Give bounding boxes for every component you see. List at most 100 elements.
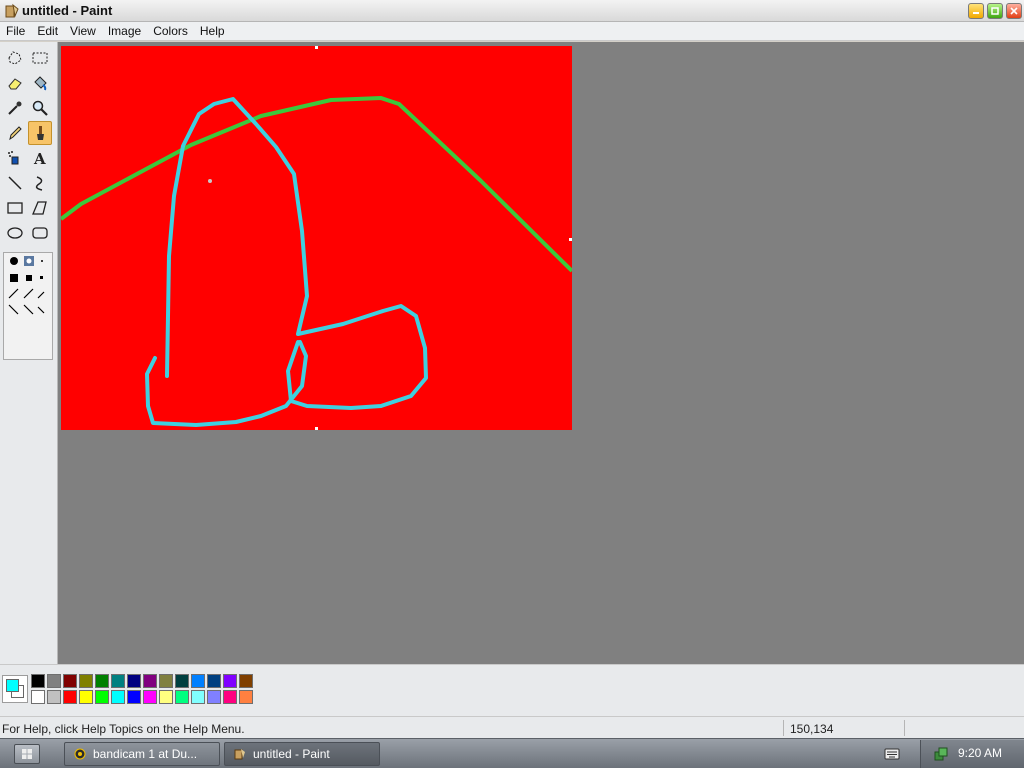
tool-ellipse[interactable] [3, 221, 27, 245]
tool-airbrush[interactable] [3, 146, 27, 170]
task-paint[interactable]: untitled - Paint [224, 742, 380, 766]
color-swatch[interactable] [223, 690, 237, 704]
color-swatch[interactable] [95, 690, 109, 704]
bandicam-icon [74, 748, 86, 760]
cursor-dot [208, 179, 212, 183]
svg-text:A: A [33, 150, 46, 167]
fill-bucket-icon [34, 76, 47, 91]
windows-logo-icon [22, 749, 32, 759]
tool-text[interactable]: A [28, 146, 52, 170]
rectangle-icon [7, 202, 23, 214]
current-colors[interactable] [2, 675, 28, 703]
task-label: untitled - Paint [253, 747, 330, 761]
taskbar: bandicam 1 at Du... untitled - Paint [0, 738, 1024, 768]
toolbox: A [0, 42, 58, 664]
magnifier-icon [32, 100, 48, 116]
task-label: bandicam 1 at Du... [93, 747, 198, 761]
tool-fill[interactable] [28, 71, 52, 95]
status-bar: For Help, click Help Topics on the Help … [0, 716, 1024, 738]
free-form-select-icon [8, 51, 22, 65]
tool-eraser[interactable] [3, 71, 27, 95]
color-swatch[interactable] [63, 674, 77, 688]
tool-pencil[interactable] [3, 121, 27, 145]
tool-magnifier[interactable] [28, 96, 52, 120]
drawing-canvas[interactable] [61, 46, 572, 430]
brush-shape-options [3, 252, 53, 360]
canvas-handle-top [315, 46, 318, 49]
workspace [58, 42, 1024, 664]
color-swatch[interactable] [207, 690, 221, 704]
color-swatch[interactable] [239, 690, 253, 704]
rounded-rectangle-icon [32, 227, 48, 239]
color-palette [0, 664, 1024, 716]
menu-image[interactable]: Image [102, 22, 147, 41]
maximize-button[interactable] [987, 3, 1003, 19]
eraser-icon [8, 78, 22, 90]
menu-bar: File Edit View Image Colors Help [0, 22, 1024, 41]
tool-curve[interactable] [28, 171, 52, 195]
status-help-text: For Help, click Help Topics on the Help … [2, 722, 245, 736]
brush-shapes-icon [8, 256, 45, 315]
tool-rectangle[interactable] [3, 196, 27, 220]
color-swatch[interactable] [47, 690, 61, 704]
menu-view[interactable]: View [64, 22, 102, 41]
polygon-icon [32, 201, 47, 215]
network-icon[interactable] [933, 746, 949, 762]
tool-rounded-rectangle[interactable] [28, 221, 52, 245]
menu-file[interactable]: File [0, 22, 31, 41]
keyboard-icon[interactable] [884, 747, 900, 761]
color-swatch[interactable] [175, 690, 189, 704]
minimize-button[interactable] [968, 3, 984, 19]
start-button[interactable] [14, 744, 40, 764]
eyedropper-icon [8, 101, 22, 115]
task-bandicam[interactable]: bandicam 1 at Du... [64, 742, 220, 766]
minimize-icon [973, 12, 979, 14]
maximize-icon [991, 7, 999, 15]
foreground-color-swatch[interactable] [6, 679, 19, 692]
line-icon [8, 176, 22, 190]
tool-line[interactable] [3, 171, 27, 195]
tool-polygon[interactable] [28, 196, 52, 220]
menu-help[interactable]: Help [194, 22, 231, 41]
color-swatch[interactable] [143, 674, 157, 688]
color-swatch[interactable] [175, 674, 189, 688]
color-swatch[interactable] [191, 674, 205, 688]
close-button[interactable] [1006, 3, 1022, 19]
color-swatch[interactable] [63, 690, 77, 704]
color-swatch[interactable] [95, 674, 109, 688]
close-icon [1010, 7, 1018, 15]
color-swatch[interactable] [239, 674, 253, 688]
pencil-icon [9, 126, 22, 141]
color-swatch[interactable] [47, 674, 61, 688]
color-swatch[interactable] [223, 674, 237, 688]
canvas-handle-bottom [315, 427, 318, 430]
color-swatch[interactable] [191, 690, 205, 704]
title-bar: untitled - Paint [0, 0, 1024, 22]
color-swatch[interactable] [159, 690, 173, 704]
color-swatch[interactable] [31, 690, 45, 704]
brush-icon [37, 126, 44, 140]
tool-brush[interactable] [28, 121, 52, 145]
color-swatch[interactable] [111, 674, 125, 688]
status-separator [904, 720, 905, 736]
menu-colors[interactable]: Colors [147, 22, 194, 41]
color-swatch[interactable] [207, 674, 221, 688]
menu-edit[interactable]: Edit [31, 22, 64, 41]
color-swatch[interactable] [159, 674, 173, 688]
tool-pick-color[interactable] [3, 96, 27, 120]
curve-icon [35, 176, 43, 191]
tool-select[interactable] [28, 46, 52, 70]
color-swatch[interactable] [79, 674, 93, 688]
tool-free-form-select[interactable] [3, 46, 27, 70]
color-swatch[interactable] [31, 674, 45, 688]
ellipse-icon [7, 227, 23, 239]
color-swatch[interactable] [127, 674, 141, 688]
color-swatch[interactable] [111, 690, 125, 704]
taskbar-clock: 9:20 AM [958, 746, 1003, 760]
color-swatch[interactable] [79, 690, 93, 704]
airbrush-icon [8, 151, 19, 165]
text-icon: A [33, 150, 46, 167]
color-swatch[interactable] [127, 690, 141, 704]
rect-select-icon [32, 52, 48, 64]
color-swatch[interactable] [143, 690, 157, 704]
